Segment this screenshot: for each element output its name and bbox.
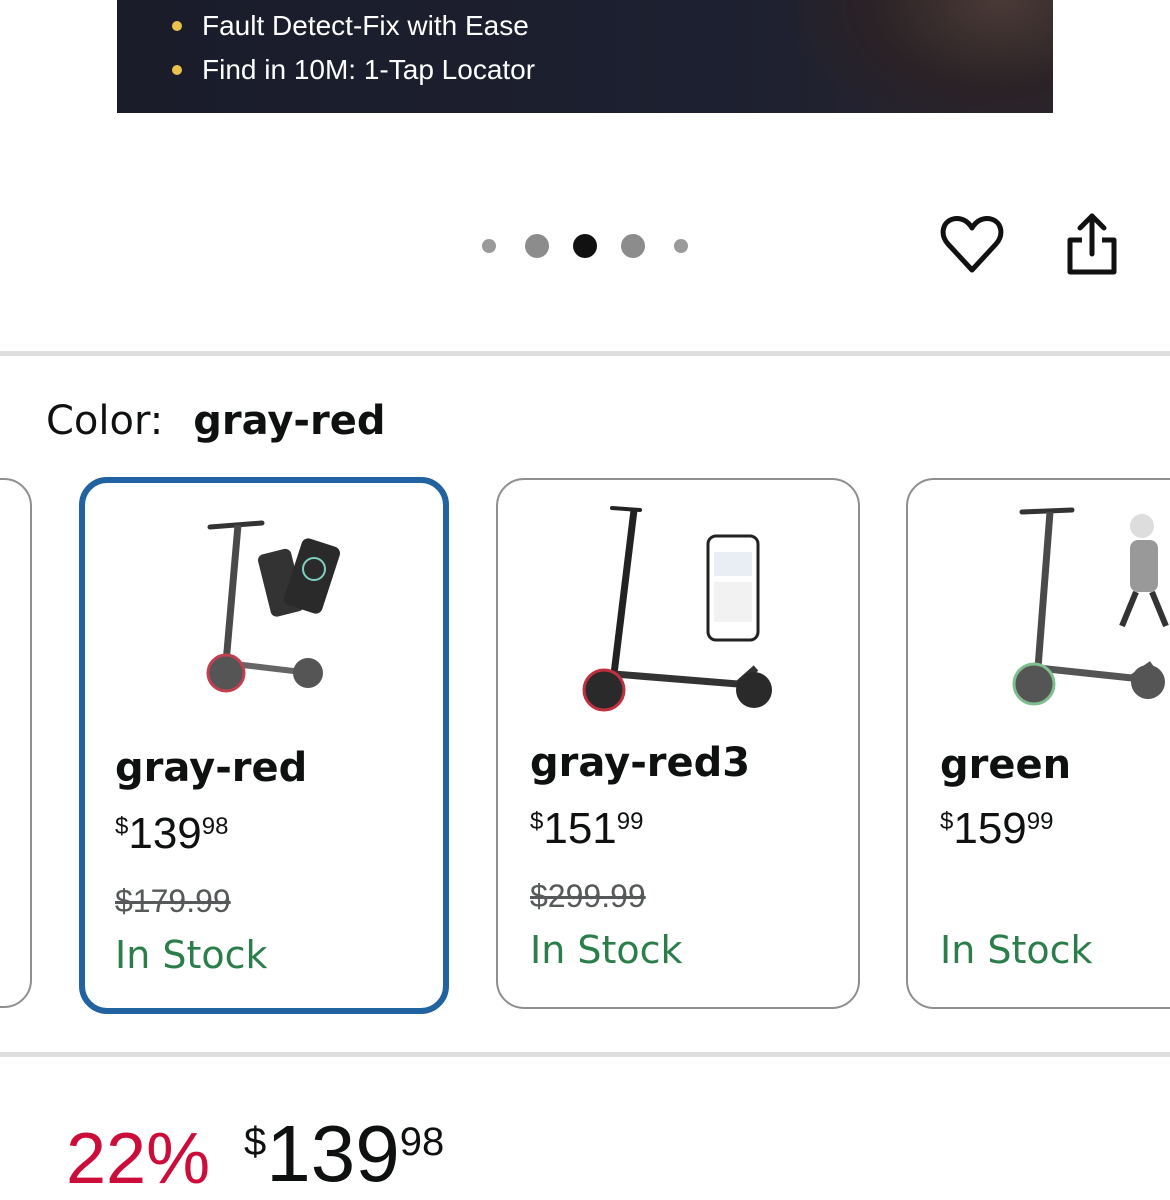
carousel-dot[interactable] — [482, 239, 496, 253]
discount-percent: 22% — [66, 1119, 211, 1199]
carousel-dot[interactable] — [621, 234, 645, 258]
price-symbol: $ — [115, 813, 129, 840]
carousel-dot-active[interactable] — [573, 234, 597, 258]
price-whole: 139 — [266, 1109, 400, 1198]
share-button[interactable] — [1062, 210, 1122, 278]
heart-icon — [940, 216, 1004, 273]
wishlist-button[interactable] — [938, 210, 1006, 278]
variant-card-green[interactable]: green $15999 In Stock — [906, 478, 1170, 1009]
color-label: Color: — [46, 398, 164, 444]
carousel-pagination[interactable] — [480, 232, 690, 258]
feature-item: Find in 10M: 1-Tap Locator — [172, 48, 535, 92]
stock-status: In Stock — [115, 933, 268, 977]
color-selector-label: Color: gray-red — [46, 398, 386, 444]
variant-name: green — [940, 742, 1072, 788]
variant-card-partial[interactable] — [0, 478, 32, 1008]
hero-image-hand — [793, 0, 1053, 113]
variant-price: $13998 — [115, 809, 228, 859]
feature-list: Fault Detect-Fix with Ease Find in 10M: … — [172, 4, 535, 92]
section-divider — [0, 1052, 1170, 1057]
variant-name: gray-red — [115, 745, 308, 791]
list-price: $179.99 — [115, 883, 231, 919]
selected-color-value: gray-red — [193, 398, 386, 444]
bullet-icon — [172, 21, 182, 31]
scooter-phone-image — [206, 520, 341, 693]
variant-price: $15199 — [530, 804, 643, 854]
section-divider — [0, 351, 1170, 356]
price-fraction: 98 — [201, 813, 229, 840]
list-price: $299.99 — [530, 878, 646, 914]
variant-price: $15999 — [940, 804, 1053, 854]
price-whole: 151 — [543, 804, 617, 853]
price-fraction: 99 — [616, 808, 644, 835]
carousel-dot[interactable] — [674, 239, 688, 253]
stock-status: In Stock — [530, 928, 683, 972]
deal-price: $13998 — [244, 1108, 444, 1200]
variant-name: gray-red3 — [530, 740, 751, 786]
variant-card-gray-red3[interactable]: gray-red3 $15199 $299.99 In Stock — [496, 478, 860, 1009]
share-icon — [1067, 213, 1117, 275]
carousel-dot[interactable] — [525, 234, 549, 258]
feature-item: Fault Detect-Fix with Ease — [172, 4, 535, 48]
scooter-rider-image — [1012, 507, 1169, 706]
stock-status: In Stock — [940, 928, 1093, 972]
price-fraction: 98 — [399, 1120, 445, 1164]
bullet-icon — [172, 65, 182, 75]
price-fraction: 99 — [1026, 808, 1054, 835]
price-whole: 159 — [953, 804, 1027, 853]
price-symbol: $ — [244, 1120, 267, 1164]
price-symbol: $ — [940, 808, 954, 835]
scooter-phone-image — [582, 506, 772, 712]
feature-text: Find in 10M: 1-Tap Locator — [202, 54, 536, 85]
price-symbol: $ — [530, 808, 544, 835]
variant-card-gray-red[interactable]: gray-red $13998 $179.99 In Stock — [79, 477, 449, 1014]
feature-text: Fault Detect-Fix with Ease — [202, 10, 529, 41]
hero-image-banner[interactable]: Fault Detect-Fix with Ease Find in 10M: … — [117, 0, 1053, 113]
price-whole: 139 — [128, 809, 202, 858]
